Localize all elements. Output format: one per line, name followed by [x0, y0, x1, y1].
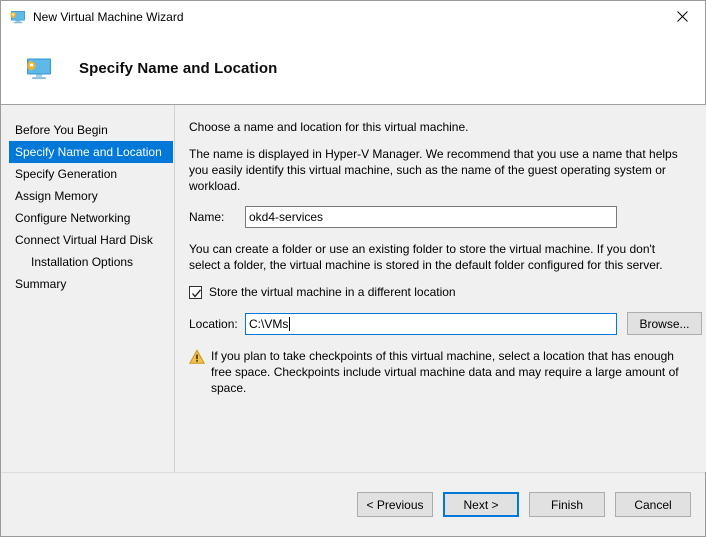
text-caret [289, 316, 291, 331]
warning-text: If you plan to take checkpoints of this … [211, 349, 679, 395]
sidebar-item-summary[interactable]: Summary [1, 273, 173, 295]
store-different-location-row[interactable]: Store the virtual machine in a different… [189, 285, 702, 299]
warning-row: If you plan to take checkpoints of this … [188, 348, 702, 396]
sidebar-item-before-you-begin[interactable]: Before You Begin [1, 119, 173, 141]
virtual-machine-icon [25, 57, 53, 81]
store-different-location-checkbox[interactable] [189, 285, 202, 299]
finish-button[interactable]: Finish [529, 492, 605, 517]
browse-button[interactable]: Browse... [627, 312, 702, 335]
description-text: The name is displayed in Hyper-V Manager… [189, 147, 678, 193]
footer-button-bar: < Previous Next > Finish Cancel [1, 473, 705, 536]
previous-button[interactable]: < Previous [357, 492, 433, 517]
name-label: Name: [189, 210, 225, 224]
intro-text: Choose a name and location for this virt… [189, 120, 469, 134]
location-input-value: C:\VMs [249, 316, 289, 331]
new-virtual-machine-wizard-window: New Virtual Machine Wizard Specify Name … [0, 0, 706, 537]
next-button[interactable]: Next > [443, 492, 519, 517]
sidebar-item-configure-networking[interactable]: Configure Networking [1, 207, 173, 229]
cancel-button[interactable]: Cancel [615, 492, 691, 517]
virtual-machine-icon [10, 9, 26, 25]
sidebar-item-connect-virtual-hard-disk[interactable]: Connect Virtual Hard Disk [1, 229, 173, 251]
location-input[interactable]: C:\VMs [245, 312, 617, 335]
wizard-steps-sidebar: Before You Begin Specify Name and Locati… [1, 105, 175, 472]
main-content: Choose a name and location for this virt… [175, 105, 706, 472]
location-label: Location: [189, 316, 238, 331]
name-input[interactable]: okd4-services [245, 206, 617, 228]
sidebar-item-installation-options[interactable]: Installation Options [1, 251, 173, 273]
location-field-row: Location: C:\VMs Browse... [189, 312, 702, 335]
page-header: Specify Name and Location [1, 33, 705, 105]
name-field-row: Name: okd4-services [189, 206, 702, 228]
sidebar-item-specify-name-and-location[interactable]: Specify Name and Location [9, 141, 173, 163]
title-bar: New Virtual Machine Wizard [1, 1, 705, 33]
body-area: Before You Begin Specify Name and Locati… [1, 105, 706, 473]
warning-icon [188, 349, 206, 365]
folder-description-text: You can create a folder or use an existi… [189, 242, 663, 272]
name-input-value: okd4-services [249, 210, 324, 224]
page-title: Specify Name and Location [79, 60, 278, 77]
sidebar-item-specify-generation[interactable]: Specify Generation [1, 163, 173, 185]
sidebar-item-assign-memory[interactable]: Assign Memory [1, 185, 173, 207]
store-different-location-label: Store the virtual machine in a different… [209, 285, 456, 299]
window-title: New Virtual Machine Wizard [33, 10, 184, 24]
close-icon[interactable] [659, 1, 705, 32]
